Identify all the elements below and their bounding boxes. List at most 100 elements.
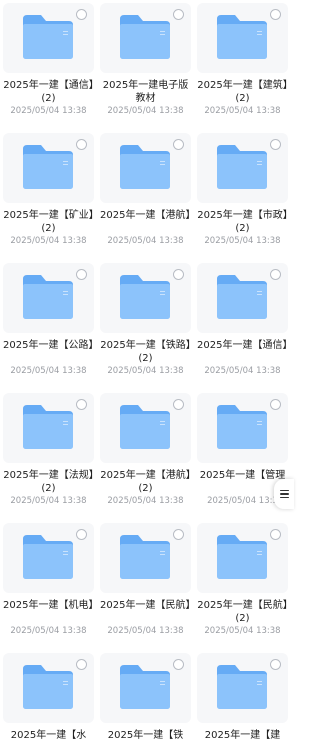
select-checkbox[interactable] <box>270 9 281 20</box>
folder-thumbnail[interactable] <box>197 133 288 203</box>
folder-item[interactable]: 2025年一建【市政】(2) 2025/05/04 13:38 <box>194 130 291 260</box>
folder-item[interactable]: 2025年一建【建 <box>194 650 291 747</box>
folder-thumbnail[interactable] <box>3 523 94 593</box>
folder-date: 2025/05/04 13:38 <box>204 626 281 636</box>
folder-icon <box>118 143 172 191</box>
folder-name: 2025年一建【法规】(2) <box>3 470 94 494</box>
folder-icon <box>118 403 172 451</box>
folder-date: 2025/05/04 13:38 <box>107 236 184 246</box>
folder-name: 2025年一建【管理 <box>199 470 286 481</box>
folder-thumbnail[interactable] <box>100 523 191 593</box>
folder-name: 2025年一建【民航】(2) <box>197 600 288 624</box>
folder-date: 2025/05/04 13:38 <box>10 366 87 376</box>
folder-name: 2025年一建【通信】 <box>197 340 293 351</box>
select-checkbox[interactable] <box>76 139 87 150</box>
folder-date: 2025/05/04 13:38 <box>10 236 87 246</box>
select-checkbox[interactable] <box>173 9 184 20</box>
folder-thumbnail[interactable] <box>197 523 288 593</box>
folder-name: 2025年一建【建筑】(2) <box>197 80 288 104</box>
folder-thumbnail[interactable] <box>100 133 191 203</box>
select-checkbox[interactable] <box>173 659 184 670</box>
folder-item[interactable]: 2025年一建【民航】 2025/05/04 13:38 <box>97 520 196 650</box>
select-checkbox[interactable] <box>270 269 281 280</box>
folder-name: 2025年一建【机电】 <box>3 600 99 611</box>
folder-item[interactable]: 2025年一建电子版教材 2025/05/04 13:38 <box>97 0 194 130</box>
folder-item[interactable]: 2025年一建【公路】 2025/05/04 13:38 <box>0 260 99 390</box>
select-checkbox[interactable] <box>173 529 184 540</box>
folder-icon <box>118 273 172 321</box>
folder-thumbnail[interactable] <box>3 3 94 73</box>
folder-icon <box>215 403 269 451</box>
folder-icon <box>215 663 269 711</box>
folder-thumbnail[interactable] <box>3 653 94 723</box>
folder-date: 2025/05/04 13:38 <box>10 496 87 506</box>
folder-item[interactable]: 2025年一建【矿业】(2) 2025/05/04 13:38 <box>0 130 97 260</box>
folder-item[interactable]: 2025年一建【机电】 2025/05/04 13:38 <box>0 520 99 650</box>
folder-thumbnail[interactable] <box>197 393 288 463</box>
folder-date: 2025/05/04 13:38 <box>204 106 281 116</box>
folder-date: 2025/05/04 13:38 <box>10 626 87 636</box>
folder-date: 2025/05/04 13:38 <box>107 626 184 636</box>
folder-thumbnail[interactable] <box>3 393 94 463</box>
folder-icon <box>21 143 75 191</box>
folder-name: 2025年一建【民航】 <box>100 600 196 611</box>
folder-item[interactable]: 2025年一建【建筑】(2) 2025/05/04 13:38 <box>194 0 291 130</box>
folder-name: 2025年一建电子版教材 <box>102 80 189 104</box>
select-checkbox[interactable] <box>173 399 184 410</box>
folder-thumbnail[interactable] <box>100 263 191 333</box>
file-grid: 2025年一建【通信】(2) 2025/05/04 13:38 2025年一建电… <box>0 0 293 747</box>
folder-thumbnail[interactable] <box>197 3 288 73</box>
folder-icon <box>21 663 75 711</box>
folder-date: 2025/05/04 13:38 <box>204 236 281 246</box>
folder-name: 2025年一建【矿业】(2) <box>3 210 94 234</box>
folder-item[interactable]: 2025年一建【铁 <box>97 650 194 747</box>
folder-thumbnail[interactable] <box>197 653 288 723</box>
select-checkbox[interactable] <box>76 529 87 540</box>
folder-item[interactable]: 2025年一建【法规】(2) 2025/05/04 13:38 <box>0 390 97 520</box>
folder-icon <box>215 533 269 581</box>
folder-name: 2025年一建【通信】(2) <box>3 80 94 104</box>
folder-date: 2025/05/04 13:38 <box>107 106 184 116</box>
select-checkbox[interactable] <box>76 399 87 410</box>
folder-item[interactable]: 2025年一建【港航】 2025/05/04 13:38 <box>97 130 196 260</box>
folder-item[interactable]: 2025年一建【水 <box>0 650 97 747</box>
folder-name: 2025年一建【铁 <box>107 730 184 741</box>
folder-name: 2025年一建【铁路】(2) <box>100 340 191 364</box>
folder-icon <box>21 403 75 451</box>
folder-item[interactable]: 2025年一建【通信】 2025/05/04 13:38 <box>194 260 293 390</box>
select-checkbox[interactable] <box>270 529 281 540</box>
folder-name: 2025年一建【水 <box>10 730 87 741</box>
folder-icon <box>21 13 75 61</box>
folder-name: 2025年一建【港航】 <box>100 210 196 221</box>
folder-thumbnail[interactable] <box>100 653 191 723</box>
folder-icon <box>118 533 172 581</box>
folder-name: 2025年一建【公路】 <box>3 340 99 351</box>
folder-name: 2025年一建【建 <box>204 730 281 741</box>
folder-thumbnail[interactable] <box>197 263 288 333</box>
folder-date: 2025/05/04 13:38 <box>204 366 281 376</box>
folder-item[interactable]: 2025年一建【民航】(2) 2025/05/04 13:38 <box>194 520 291 650</box>
select-checkbox[interactable] <box>173 269 184 280</box>
folder-icon <box>118 663 172 711</box>
folder-date: 2025/05/04 13:38 <box>107 496 184 506</box>
folder-thumbnail[interactable] <box>100 393 191 463</box>
select-checkbox[interactable] <box>76 269 87 280</box>
folder-item[interactable]: 2025年一建【铁路】(2) 2025/05/04 13:38 <box>97 260 194 390</box>
folder-icon <box>21 273 75 321</box>
folder-date: 2025/05/04 13:38 <box>10 106 87 116</box>
select-checkbox[interactable] <box>270 399 281 410</box>
folder-thumbnail[interactable] <box>100 3 191 73</box>
folder-item[interactable]: 2025年一建【港航】(2) 2025/05/04 13:38 <box>97 390 194 520</box>
folder-icon <box>21 533 75 581</box>
select-checkbox[interactable] <box>270 659 281 670</box>
folder-name: 2025年一建【港航】(2) <box>100 470 191 494</box>
folder-item[interactable]: 2025年一建【通信】(2) 2025/05/04 13:38 <box>0 0 97 130</box>
folder-thumbnail[interactable] <box>3 133 94 203</box>
select-checkbox[interactable] <box>173 139 184 150</box>
select-checkbox[interactable] <box>270 139 281 150</box>
folder-thumbnail[interactable] <box>3 263 94 333</box>
select-checkbox[interactable] <box>76 9 87 20</box>
side-menu-handle[interactable] <box>274 479 294 509</box>
folder-icon <box>215 13 269 61</box>
select-checkbox[interactable] <box>76 659 87 670</box>
